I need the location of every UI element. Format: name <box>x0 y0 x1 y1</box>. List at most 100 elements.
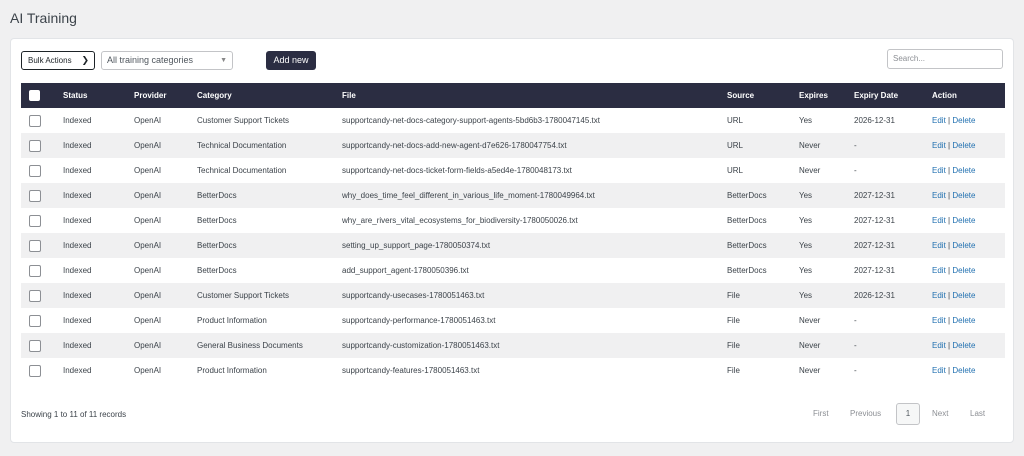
cell-provider: OpenAI <box>134 191 162 200</box>
header-expires[interactable]: Expires <box>799 83 854 108</box>
cell-file: setting_up_support_page-1780050374.txt <box>342 241 491 250</box>
cell-status: Indexed <box>63 366 92 375</box>
cell-provider: OpenAI <box>134 366 162 375</box>
delete-link[interactable]: Delete <box>952 316 975 325</box>
delete-link[interactable]: Delete <box>952 116 975 125</box>
cell-status: Indexed <box>63 116 92 125</box>
header-provider[interactable]: Provider <box>134 83 197 108</box>
table-row: Indexed OpenAI BetterDocs why_are_rivers_vi… <box>21 208 1005 233</box>
bulk-actions-label: Bulk Actions <box>28 56 72 65</box>
table-row: Indexed OpenAI BetterDocs add_support_agent… <box>21 258 1005 283</box>
edit-link[interactable]: Edit <box>932 166 946 175</box>
edit-link[interactable]: Edit <box>932 116 946 125</box>
cell-provider: OpenAI <box>134 216 162 225</box>
row-checkbox[interactable] <box>29 339 41 352</box>
delete-link[interactable]: Delete <box>952 291 975 300</box>
cell-action: Edit | Delete <box>932 158 1005 183</box>
delete-link[interactable]: Delete <box>952 191 975 200</box>
cell-expires: Never <box>799 166 821 175</box>
edit-link[interactable]: Edit <box>932 191 946 200</box>
pager-first[interactable]: First <box>813 409 829 418</box>
cell-expiry-date: 2026-12-31 <box>854 291 895 300</box>
cell-source: URL <box>727 116 744 125</box>
cell-status: Indexed <box>63 141 92 150</box>
edit-link[interactable]: Edit <box>932 266 946 275</box>
row-checkbox[interactable] <box>29 189 41 202</box>
row-checkbox[interactable] <box>29 114 41 127</box>
select-all-checkbox[interactable] <box>29 90 40 101</box>
pager-next[interactable]: Next <box>932 409 948 418</box>
cell-provider: OpenAI <box>134 266 162 275</box>
edit-link[interactable]: Edit <box>932 366 946 375</box>
delete-link[interactable]: Delete <box>952 216 975 225</box>
edit-link[interactable]: Edit <box>932 216 946 225</box>
edit-link[interactable]: Edit <box>932 141 946 150</box>
table-header-row: Status Provider Category File Source Exp… <box>21 83 1005 108</box>
edit-link[interactable]: Edit <box>932 341 946 350</box>
add-new-button[interactable]: Add new <box>266 51 316 70</box>
cell-status: Indexed <box>63 216 92 225</box>
row-checkbox[interactable] <box>29 139 41 152</box>
header-file[interactable]: File <box>342 83 727 108</box>
cell-status: Indexed <box>63 241 92 250</box>
table-row: Indexed OpenAI Technical Documentation supp… <box>21 133 1005 158</box>
edit-link[interactable]: Edit <box>932 241 946 250</box>
cell-action: Edit | Delete <box>932 358 1005 383</box>
category-filter-select[interactable]: All training categories ▼ <box>101 51 233 70</box>
cell-category: BetterDocs <box>197 241 237 250</box>
delete-link[interactable]: Delete <box>952 141 975 150</box>
row-checkbox[interactable] <box>29 164 41 177</box>
delete-link[interactable]: Delete <box>952 266 975 275</box>
row-checkbox[interactable] <box>29 214 41 227</box>
edit-link[interactable]: Edit <box>932 291 946 300</box>
pager-current-page[interactable]: 1 <box>896 403 920 425</box>
row-checkbox[interactable] <box>29 364 41 377</box>
cell-expires: Yes <box>799 241 813 250</box>
header-expiry-date[interactable]: Expiry Date <box>854 83 932 108</box>
header-category[interactable]: Category <box>197 83 342 108</box>
cell-action: Edit | Delete <box>932 208 1005 233</box>
cell-category: BetterDocs <box>197 216 237 225</box>
pager-previous[interactable]: Previous <box>850 409 881 418</box>
row-checkbox[interactable] <box>29 289 41 302</box>
delete-link[interactable]: Delete <box>952 366 975 375</box>
cell-expires: Never <box>799 341 821 350</box>
cell-file: supportcandy-customization-1780051463.tx… <box>342 341 500 350</box>
cell-file: why_are_rivers_vital_ecosystems_for_biod… <box>342 216 578 225</box>
search-input[interactable]: Search... <box>887 49 1003 69</box>
cell-source: BetterDocs <box>727 241 767 250</box>
cell-provider: OpenAI <box>134 241 162 250</box>
cell-file: supportcandy-net-docs-add-new-agent-d7e6… <box>342 141 567 150</box>
delete-link[interactable]: Delete <box>952 241 975 250</box>
cell-status: Indexed <box>63 291 92 300</box>
row-checkbox[interactable] <box>29 239 41 252</box>
row-checkbox[interactable] <box>29 314 41 327</box>
cell-source: File <box>727 341 740 350</box>
cell-expires: Yes <box>799 291 813 300</box>
cell-expiry-date: 2027-12-31 <box>854 241 895 250</box>
cell-source: BetterDocs <box>727 266 767 275</box>
delete-link[interactable]: Delete <box>952 341 975 350</box>
cell-expiry-date: 2027-12-31 <box>854 216 895 225</box>
header-source[interactable]: Source <box>727 83 799 108</box>
page-title: AI Training <box>10 10 77 26</box>
cell-status: Indexed <box>63 191 92 200</box>
header-status[interactable]: Status <box>63 83 134 108</box>
pager-last[interactable]: Last <box>970 409 985 418</box>
cell-action: Edit | Delete <box>932 258 1005 283</box>
table-row: Indexed OpenAI Technical Documentation supp… <box>21 158 1005 183</box>
cell-status: Indexed <box>63 316 92 325</box>
cell-category: Technical Documentation <box>197 166 287 175</box>
edit-link[interactable]: Edit <box>932 316 946 325</box>
cell-provider: OpenAI <box>134 141 162 150</box>
table-row: Indexed OpenAI BetterDocs why_does_time_fee… <box>21 183 1005 208</box>
delete-link[interactable]: Delete <box>952 166 975 175</box>
cell-source: URL <box>727 141 744 150</box>
cell-action: Edit | Delete <box>932 308 1005 333</box>
row-checkbox[interactable] <box>29 264 41 277</box>
cell-expiry-date: 2027-12-31 <box>854 266 895 275</box>
cell-expires: Yes <box>799 191 813 200</box>
bulk-actions-select[interactable]: Bulk Actions ❯ <box>21 51 95 70</box>
cell-expiry-date: 2027-12-31 <box>854 191 895 200</box>
table-row: Indexed OpenAI Product Information supportc… <box>21 308 1005 333</box>
